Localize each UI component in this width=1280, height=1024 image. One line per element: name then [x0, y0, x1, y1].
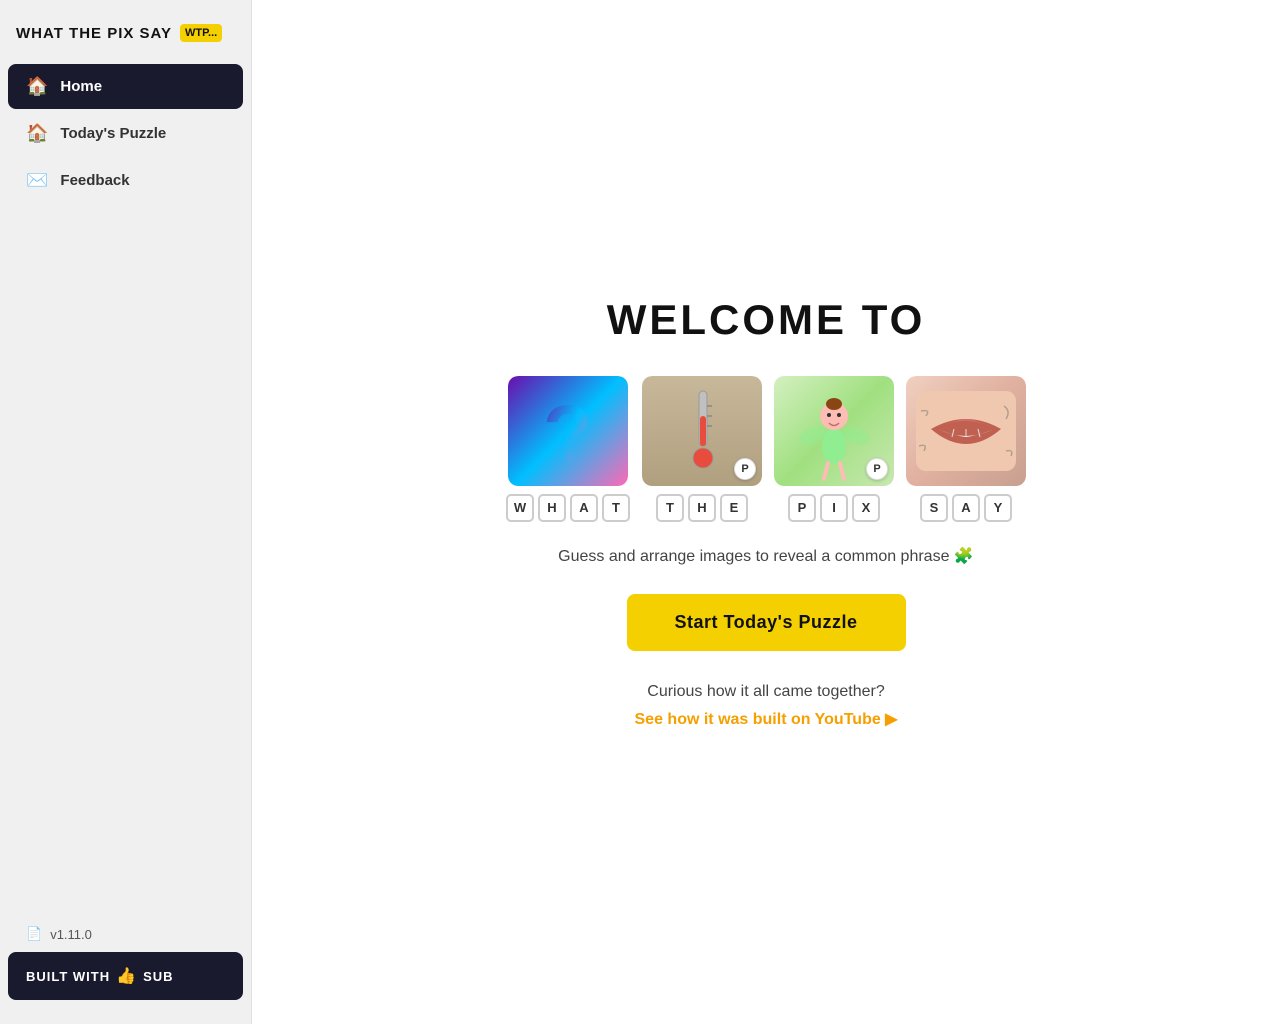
sidebar: WHAT THE PIX SAY WTP... 🏠 Home 🏠 Today's… — [0, 0, 252, 1024]
word-group-what: ? W H A T — [506, 376, 630, 522]
letter-S: S — [920, 494, 948, 522]
sub-label: SUB — [143, 969, 173, 984]
sidebar-bottom: 📄 v1.11.0 BUILT WITH 👍 SUB — [0, 908, 251, 1008]
badge-p-fairy: P — [866, 458, 888, 480]
word-group-say: S A Y — [906, 376, 1026, 522]
puzzle-image-2: P — [642, 376, 762, 486]
logo-area: WHAT THE PIX SAY WTP... — [0, 16, 251, 62]
content-center: WELCOME TO — [486, 256, 1046, 769]
youtube-link[interactable]: See how it was built on YouTube ▶ — [635, 711, 898, 728]
letter-W: W — [506, 494, 534, 522]
mouth-svg — [916, 391, 1016, 471]
word-group-pix: P P I X — [774, 376, 894, 522]
word-letters-say: S A Y — [920, 494, 1012, 522]
word-letters-the: T H E — [656, 494, 748, 522]
sidebar-item-feedback[interactable]: ✉️ Feedback — [8, 158, 243, 203]
built-with-button[interactable]: BUILT WITH 👍 SUB — [8, 952, 243, 1000]
img-box-1: ? — [508, 376, 628, 486]
version-item: 📄 v1.11.0 — [8, 916, 243, 952]
start-today-puzzle-button[interactable]: Start Today's Puzzle — [627, 594, 906, 651]
file-icon: 📄 — [26, 926, 42, 942]
sidebar-item-todays-puzzle[interactable]: 🏠 Today's Puzzle — [8, 111, 243, 156]
welcome-title: WELCOME TO — [506, 296, 1026, 344]
letter-X: X — [852, 494, 880, 522]
sidebar-label-todays-puzzle: Today's Puzzle — [60, 125, 166, 142]
letter-H2: H — [688, 494, 716, 522]
puzzle-icon: 🏠 — [26, 123, 48, 144]
sidebar-label-home: Home — [60, 78, 102, 95]
curious-text: Curious how it all came together? — [506, 683, 1026, 701]
badge-p-thermometer: P — [734, 458, 756, 480]
sidebar-nav: 🏠 Home 🏠 Today's Puzzle ✉️ Feedback — [0, 62, 251, 205]
puzzle-image-3: P — [774, 376, 894, 486]
letter-H: H — [538, 494, 566, 522]
letter-E: E — [720, 494, 748, 522]
feedback-icon: ✉️ — [26, 170, 48, 191]
built-with-text: BUILT WITH — [26, 969, 110, 984]
letter-I: I — [820, 494, 848, 522]
word-group-the: P T H E — [642, 376, 762, 522]
thumb-icon: 👍 — [116, 966, 137, 986]
question-svg: ? — [533, 386, 603, 476]
letter-A: A — [570, 494, 598, 522]
letter-Y: Y — [984, 494, 1012, 522]
puzzle-image-1: ? — [508, 376, 628, 486]
letter-P: P — [788, 494, 816, 522]
main-content: WELCOME TO — [252, 0, 1280, 1024]
mouth-image — [906, 376, 1026, 486]
app-title: WHAT THE PIX SAY — [16, 25, 172, 42]
svg-text:?: ? — [543, 389, 592, 476]
thermometer-svg — [682, 386, 722, 476]
puzzle-images-row: ? W H A T — [506, 376, 1026, 522]
description-text: Guess and arrange images to reveal a com… — [506, 546, 1026, 566]
puzzle-image-4 — [906, 376, 1026, 486]
word-letters-pix: P I X — [788, 494, 880, 522]
version-label: v1.11.0 — [50, 927, 92, 942]
word-letters-what: W H A T — [506, 494, 630, 522]
fairy-svg — [794, 381, 874, 481]
letter-T: T — [602, 494, 630, 522]
sidebar-item-home[interactable]: 🏠 Home — [8, 64, 243, 109]
question-mark-image: ? — [508, 376, 628, 486]
sidebar-label-feedback: Feedback — [60, 172, 129, 189]
letter-A2: A — [952, 494, 980, 522]
img-box-4 — [906, 376, 1026, 486]
letter-T2: T — [656, 494, 684, 522]
home-icon: 🏠 — [26, 76, 48, 97]
app-badge: WTP... — [180, 24, 222, 42]
